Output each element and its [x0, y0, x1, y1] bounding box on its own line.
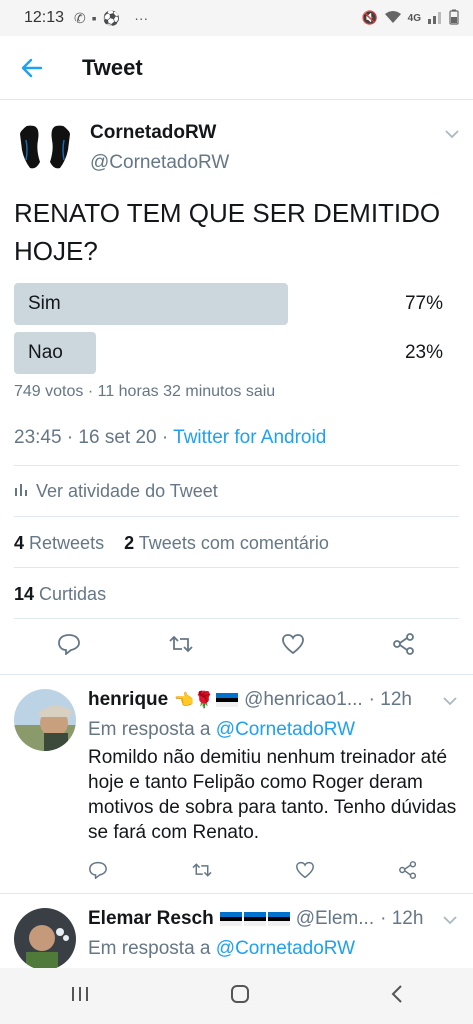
mute-icon: 🔇 [361, 10, 378, 25]
signal-icon [427, 10, 443, 27]
chevron-down-icon[interactable] [443, 912, 457, 930]
mention-link[interactable]: @CornetadoRW [216, 719, 355, 740]
chevron-down-icon[interactable] [443, 693, 457, 711]
activity-label: Ver atividade do Tweet [36, 481, 218, 501]
reply-text: Romildo não demitiu nenhum treinador até… [88, 747, 457, 843]
reply-context: Em resposta a @CornetadoRW [88, 938, 356, 959]
tweet-author: CornetadoRW @CornetadoRW [14, 120, 459, 182]
status-time: 12:13 [24, 9, 65, 26]
reply-time: · 12h [380, 908, 424, 929]
reply-tweet[interactable]: henrique 👈🌹 @henricao1... · 12h Em respo… [0, 675, 473, 893]
heart-icon[interactable] [295, 861, 315, 884]
reply-tweet[interactable]: Elemar Resch @Elem... · 12h Em resposta … [0, 894, 473, 968]
status-bar: 12:13 ✆ ▪ ⚽ ··· 🔇 4G [0, 0, 473, 36]
poll: Sim 77% Nao 23% [14, 283, 459, 381]
app-bar: Tweet [0, 36, 473, 100]
retweets-count: 4 [14, 533, 25, 553]
recent-apps-icon[interactable] [70, 985, 90, 1008]
estonia-flag-icon [267, 912, 290, 926]
retweet-icon[interactable] [191, 861, 213, 884]
author-emoji: 👈🌹 [174, 692, 215, 709]
avatar[interactable] [14, 908, 76, 968]
back-icon[interactable] [390, 984, 404, 1009]
reply-author-name[interactable]: henrique [88, 689, 168, 711]
divider [14, 516, 459, 517]
network-label: 4G [407, 12, 421, 24]
avatar[interactable] [14, 120, 76, 182]
missed-call-icon: ✆ [74, 9, 86, 26]
author-handle[interactable]: @CornetadoRW [90, 152, 229, 174]
poll-meta: 749 votos · 11 horas 32 minutos saiu [14, 383, 276, 400]
divider [14, 567, 459, 568]
estonia-flag-icon [219, 912, 242, 926]
poll-option-label: Nao [28, 342, 63, 363]
battery-icon [449, 9, 459, 28]
page-title: Tweet [82, 54, 143, 80]
reply-actions [88, 861, 418, 884]
home-icon[interactable] [229, 983, 251, 1010]
reply-time: · 12h [368, 689, 412, 710]
share-icon[interactable] [392, 632, 416, 660]
author-name[interactable]: CornetadoRW [90, 122, 216, 144]
reply-icon[interactable] [88, 861, 108, 884]
estonia-flag-icon [216, 693, 239, 707]
chat-icon: ▪ [91, 10, 97, 26]
chevron-down-icon[interactable] [445, 126, 459, 144]
share-icon[interactable] [398, 861, 418, 884]
retweet-icon[interactable] [168, 633, 194, 660]
poll-option: Nao 23% [14, 332, 459, 374]
view-activity-link[interactable]: Ver atividade do Tweet [14, 481, 218, 502]
mention-link[interactable]: @CornetadoRW [216, 938, 355, 959]
poll-option-percent: 77% [404, 293, 443, 314]
estonia-flag-icon [243, 912, 266, 926]
soccer-ball-icon: ⚽ [102, 9, 121, 26]
divider [14, 465, 459, 466]
tweet-source-link[interactable]: Twitter for Android [173, 427, 326, 448]
retweets-stats[interactable]: 4 Retweets 2 Tweets com comentário [14, 533, 329, 554]
tweet-actions [14, 630, 459, 662]
reply-author-name[interactable]: Elemar Resch [88, 908, 214, 930]
poll-option-label: Sim [28, 293, 61, 314]
poll-option-percent: 23% [404, 342, 443, 363]
tweet-timestamp: 23:45 · 16 set 20 · Twitter for Android [14, 427, 327, 448]
heart-icon[interactable] [281, 633, 305, 660]
back-arrow-icon[interactable] [0, 36, 64, 100]
reply-context: Em resposta a @CornetadoRW [88, 719, 356, 740]
avatar[interactable] [14, 689, 76, 751]
reply-icon[interactable] [57, 633, 81, 660]
reply-author-handle[interactable]: @henricao1... [244, 689, 363, 711]
bar-chart-icon [14, 481, 28, 502]
poll-option: Sim 77% [14, 283, 459, 325]
quotes-count: 2 [124, 533, 135, 553]
likes-count: 14 [14, 584, 35, 604]
likes-stats[interactable]: 14 Curtidas [14, 584, 106, 605]
tweet-text: RENATO TEM QUE SER DEMITIDO HOJE? [14, 198, 441, 266]
divider [14, 618, 459, 619]
system-nav-bar [0, 968, 473, 1024]
reply-author-handle[interactable]: @Elem... [296, 908, 374, 930]
more-dots: ··· [134, 10, 149, 26]
wifi-icon [384, 10, 402, 27]
